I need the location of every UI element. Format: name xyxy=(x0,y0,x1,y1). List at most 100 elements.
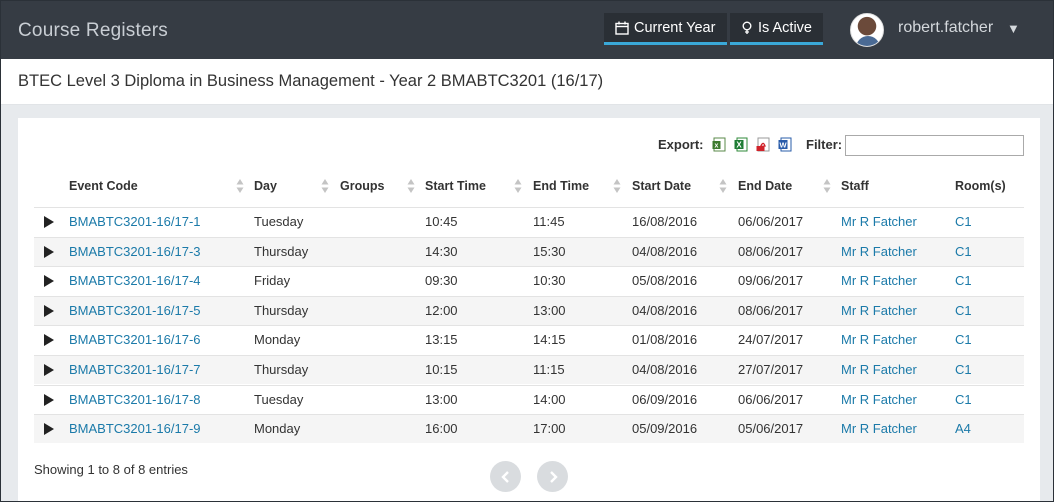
table-row: BMABTC3201-16/17-7 Thursday 10:15 11:15 04/0… xyxy=(34,355,1024,384)
sort-icon[interactable] xyxy=(613,178,621,194)
avatar[interactable] xyxy=(850,13,884,47)
day-cell: Tuesday xyxy=(254,214,304,229)
column-header-day[interactable]: Day xyxy=(254,179,277,193)
end-time-cell: 10:30 xyxy=(533,273,566,289)
end-date-cell: 24/07/2017 xyxy=(738,332,804,348)
end-time-cell: 11:15 xyxy=(533,362,565,377)
event-code-link[interactable]: BMABTC3201-16/17-6 xyxy=(69,332,201,347)
expand-row-icon[interactable] xyxy=(44,216,54,228)
next-icon xyxy=(549,470,558,483)
event-code-link[interactable]: BMABTC3201-16/17-9 xyxy=(69,421,201,436)
page-title: BTEC Level 3 Diploma in Business Managem… xyxy=(18,72,604,90)
table-row: BMABTC3201-16/17-3 Thursday 14:30 15:30 04/0… xyxy=(34,236,1024,266)
column-header-rooms[interactable]: Room(s) xyxy=(955,179,1006,193)
room-link[interactable]: C1 xyxy=(955,392,972,407)
start-time-cell: 14:30 xyxy=(425,243,458,259)
app-window: Course Registers Current Year Is Active … xyxy=(0,0,1054,502)
start-date-cell: 04/08/2016 xyxy=(632,302,698,318)
previous-icon xyxy=(500,470,509,483)
sort-icon[interactable] xyxy=(236,178,244,194)
expand-row-icon[interactable] xyxy=(44,364,54,376)
event-code-link[interactable]: BMABTC3201-16/17-7 xyxy=(69,362,201,377)
event-code-link[interactable]: BMABTC3201-16/17-8 xyxy=(69,392,201,407)
is-active-filter-button[interactable]: Is Active xyxy=(730,13,823,45)
sort-icon[interactable] xyxy=(407,178,415,194)
expand-row-icon[interactable] xyxy=(44,245,54,258)
current-year-filter-button[interactable]: Current Year xyxy=(604,13,727,45)
staff-link[interactable]: Mr R Fatcher xyxy=(841,303,917,318)
room-link[interactable]: A4 xyxy=(955,421,971,436)
column-header-start-time[interactable]: Start Time xyxy=(425,179,486,193)
event-code-link[interactable]: BMABTC3201-16/17-5 xyxy=(69,303,201,318)
expand-row-icon[interactable] xyxy=(44,334,54,347)
svg-text:W: W xyxy=(779,141,787,150)
start-date-cell: 05/09/2016 xyxy=(632,421,698,437)
lightbulb-icon xyxy=(742,21,752,34)
staff-link[interactable]: Mr R Fatcher xyxy=(841,421,917,436)
sort-icon[interactable] xyxy=(823,178,831,194)
table-row: BMABTC3201-16/17-1 Tuesday 10:45 11:45 16/08… xyxy=(34,207,1024,236)
start-time-cell: 13:15 xyxy=(425,332,458,348)
expand-row-icon[interactable] xyxy=(44,304,54,317)
expand-row-icon[interactable] xyxy=(44,393,54,406)
expand-row-icon[interactable] xyxy=(44,423,54,436)
sort-icon[interactable] xyxy=(719,178,727,194)
room-link[interactable]: C1 xyxy=(955,244,972,259)
room-link[interactable]: C1 xyxy=(955,303,972,318)
start-time-cell: 13:00 xyxy=(425,391,458,407)
start-time-cell: 12:00 xyxy=(425,302,458,318)
svg-text:x: x xyxy=(715,143,719,150)
end-time-cell: 13:00 xyxy=(533,302,566,318)
end-date-cell: 06/06/2017 xyxy=(738,214,804,229)
day-cell: Friday xyxy=(254,273,291,289)
end-date-cell: 09/06/2017 xyxy=(738,273,804,289)
column-header-staff[interactable]: Staff xyxy=(841,179,869,193)
staff-link[interactable]: Mr R Fatcher xyxy=(841,392,917,407)
table-row: BMABTC3201-16/17-8 Tuesday 13:00 14:00 06/09… xyxy=(34,384,1024,414)
end-time-cell: 11:45 xyxy=(533,214,565,229)
previous-page-button[interactable] xyxy=(490,461,521,492)
start-date-cell: 16/08/2016 xyxy=(632,214,698,229)
next-page-button[interactable] xyxy=(537,461,568,492)
event-code-link[interactable]: BMABTC3201-16/17-3 xyxy=(69,244,201,259)
csv-icon[interactable]: x xyxy=(712,137,726,152)
end-date-cell: 08/06/2017 xyxy=(738,243,804,259)
room-link[interactable]: C1 xyxy=(955,214,972,229)
column-header-start-date[interactable]: Start Date xyxy=(632,179,691,193)
day-cell: Monday xyxy=(254,332,301,348)
start-time-cell: 16:00 xyxy=(425,421,458,437)
room-link[interactable]: C1 xyxy=(955,273,972,288)
user-menu-button[interactable]: robert.fatcher xyxy=(898,19,993,37)
sort-icon[interactable] xyxy=(321,178,329,194)
end-date-cell: 06/06/2017 xyxy=(738,391,804,407)
column-header-end-date[interactable]: End Date xyxy=(738,179,792,193)
app-title: Course Registers xyxy=(18,20,168,41)
column-header-end-time[interactable]: End Time xyxy=(533,179,589,193)
word-icon[interactable]: W xyxy=(778,137,792,152)
day-cell: Monday xyxy=(254,421,301,437)
column-header-groups[interactable]: Groups xyxy=(340,179,384,193)
staff-link[interactable]: Mr R Fatcher xyxy=(841,214,917,229)
start-date-cell: 01/08/2016 xyxy=(632,332,698,348)
excel-icon[interactable]: X xyxy=(734,137,748,152)
filter-label: Filter: xyxy=(806,137,843,152)
event-code-link[interactable]: BMABTC3201-16/17-1 xyxy=(69,214,201,229)
event-code-link[interactable]: BMABTC3201-16/17-4 xyxy=(69,273,201,288)
staff-link[interactable]: Mr R Fatcher xyxy=(841,332,917,347)
start-date-cell: 05/08/2016 xyxy=(632,273,698,289)
end-time-cell: 15:30 xyxy=(533,243,566,259)
expand-row-icon[interactable] xyxy=(44,275,54,288)
column-header-event-code[interactable]: Event Code xyxy=(69,179,138,193)
staff-link[interactable]: Mr R Fatcher xyxy=(841,244,917,259)
chevron-down-icon[interactable]: ▼ xyxy=(1007,21,1020,36)
room-link[interactable]: C1 xyxy=(955,362,972,377)
svg-text:X: X xyxy=(736,141,742,150)
sort-icon[interactable] xyxy=(514,178,522,194)
pdf-icon[interactable] xyxy=(756,137,770,152)
page-header: BTEC Level 3 Diploma in Business Managem… xyxy=(1,59,1053,105)
room-link[interactable]: C1 xyxy=(955,332,972,347)
staff-link[interactable]: Mr R Fatcher xyxy=(841,362,917,377)
staff-link[interactable]: Mr R Fatcher xyxy=(841,273,917,288)
filter-input[interactable] xyxy=(845,135,1024,156)
day-cell: Thursday xyxy=(254,302,309,318)
